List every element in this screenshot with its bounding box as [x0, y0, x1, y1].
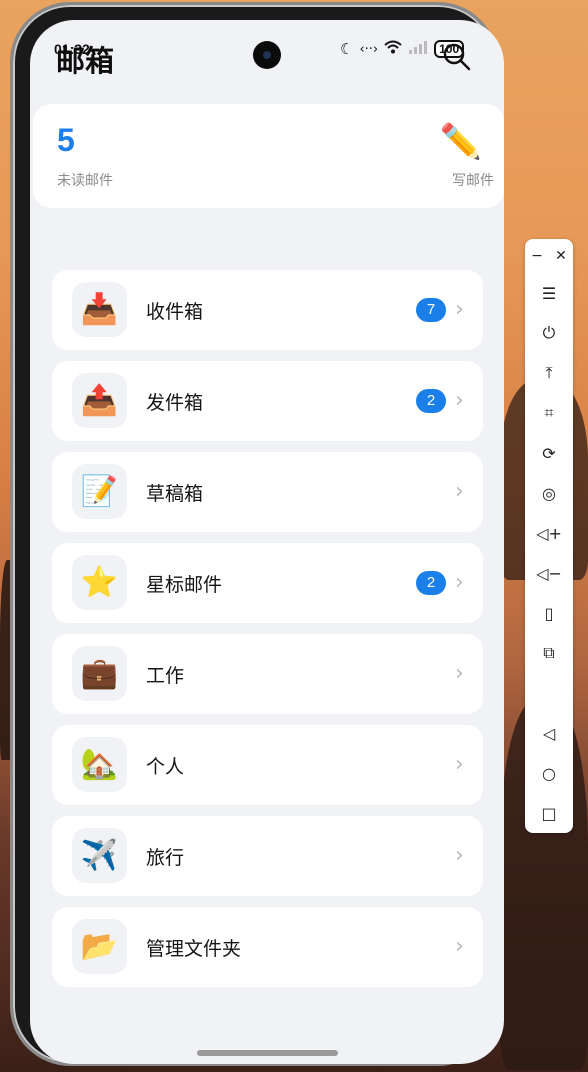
app-screen: 01:32 邮箱 ☾ ‹··› 100 5 未读邮件 ✏️ 写邮件 📥 收件箱 …: [30, 20, 504, 1064]
chevron-right-icon: ›: [455, 934, 464, 959]
folder-item-drafts[interactable]: 📝 草稿箱 ›: [52, 452, 483, 532]
back-icon[interactable]: ◁: [535, 719, 563, 747]
unread-badge: 2: [416, 389, 446, 413]
power-icon[interactable]: ⏻: [535, 319, 563, 347]
volume-up-icon[interactable]: ◁+: [535, 519, 563, 547]
chevron-right-icon: ›: [455, 570, 464, 595]
folder-item-work[interactable]: 💼 工作 ›: [52, 634, 483, 714]
folder-item-manage[interactable]: 📂 管理文件夹 ›: [52, 907, 483, 987]
search-button[interactable]: [442, 42, 472, 72]
briefcase-icon: 💼: [72, 646, 127, 701]
folder-item-travel[interactable]: ✈️ 旅行 ›: [52, 816, 483, 896]
minimize-icon[interactable]: −: [531, 248, 543, 264]
summary-card: 5 未读邮件 ✏️ 写邮件: [33, 104, 504, 208]
chevron-right-icon: ›: [455, 752, 464, 777]
chevron-right-icon: ›: [455, 479, 464, 504]
rotate-icon[interactable]: ⟳: [535, 439, 563, 467]
unread-badge: 7: [416, 298, 446, 322]
chevron-right-icon: ›: [455, 388, 464, 413]
search-icon: [443, 43, 471, 71]
star-icon: ⭐: [72, 555, 127, 610]
folder-label: 星标邮件: [146, 574, 223, 596]
page-title: 邮箱: [56, 44, 115, 78]
phone-frame: 01:32 邮箱 ☾ ‹··› 100 5 未读邮件 ✏️ 写邮件 📥 收件箱 …: [10, 2, 504, 1066]
folder-item-inbox[interactable]: 📥 收件箱 7 ›: [52, 270, 483, 350]
chevron-right-icon: ›: [455, 661, 464, 686]
pencil-icon: ✏️: [439, 122, 482, 162]
compose-button[interactable]: ✏️ 写邮件: [424, 122, 494, 192]
chevron-right-icon: ›: [455, 843, 464, 868]
screenshot-icon[interactable]: ◎: [535, 479, 563, 507]
folder-item-personal[interactable]: 🏡 个人 ›: [52, 725, 483, 805]
memo-icon: 📝: [72, 464, 127, 519]
home-indicator[interactable]: [197, 1050, 338, 1056]
inbox-tray-icon: 📥: [72, 282, 127, 337]
unread-badge: 2: [416, 571, 446, 595]
pin-top-icon[interactable]: ⤒: [535, 359, 563, 387]
recents-icon[interactable]: □: [535, 799, 563, 827]
folder-item-outbox[interactable]: 📤 发件箱 2 ›: [52, 361, 483, 441]
status-bar: 01:32 邮箱 ☾ ‹··› 100: [30, 20, 504, 90]
airplane-icon: ✈️: [72, 828, 127, 883]
menu-icon[interactable]: ☰: [535, 279, 563, 307]
folder-label: 管理文件夹: [146, 938, 242, 960]
home-icon[interactable]: ○: [535, 759, 563, 787]
front-camera: [253, 41, 281, 69]
folder-icon: 📂: [72, 919, 127, 974]
folder-item-starred[interactable]: ⭐ 星标邮件 2 ›: [52, 543, 483, 623]
emulator-toolbar: − ✕ ☰ ⏻ ⤒ ⌗ ⟳ ◎ ◁+ ◁− ▯ ⧉ ◁ ○ □: [525, 239, 573, 833]
emulator-window-controls: − ✕: [525, 247, 573, 265]
unread-count: 5: [57, 122, 75, 158]
compose-label: 写邮件: [452, 173, 494, 189]
data-transfer-icon: ‹··›: [359, 41, 379, 57]
unread-label: 未读邮件: [57, 173, 113, 189]
folder-label: 发件箱: [146, 392, 204, 414]
chevron-right-icon: ›: [455, 297, 464, 322]
folder-label: 旅行: [146, 847, 185, 869]
outbox-tray-icon: 📤: [72, 373, 127, 428]
volume-down-icon[interactable]: ◁−: [535, 559, 563, 587]
do-not-disturb-icon: ☾: [340, 40, 354, 58]
folder-label: 收件箱: [146, 301, 204, 323]
wifi-icon: [384, 40, 402, 58]
folder-list: 📥 收件箱 7 › 📤 发件箱 2 › 📝 草稿箱 › ⭐ 星标邮件 2 › 💼…: [52, 270, 483, 998]
folder-label: 草稿箱: [146, 483, 204, 505]
house-icon: 🏡: [72, 737, 127, 792]
folder-label: 个人: [146, 756, 185, 778]
crop-icon[interactable]: ⌗: [535, 399, 563, 427]
signal-icon: [408, 40, 428, 58]
close-icon[interactable]: ✕: [555, 248, 567, 264]
folder-label: 工作: [146, 665, 185, 687]
shake-icon[interactable]: ▯: [535, 599, 563, 627]
multi-device-icon[interactable]: ⧉: [535, 639, 563, 667]
